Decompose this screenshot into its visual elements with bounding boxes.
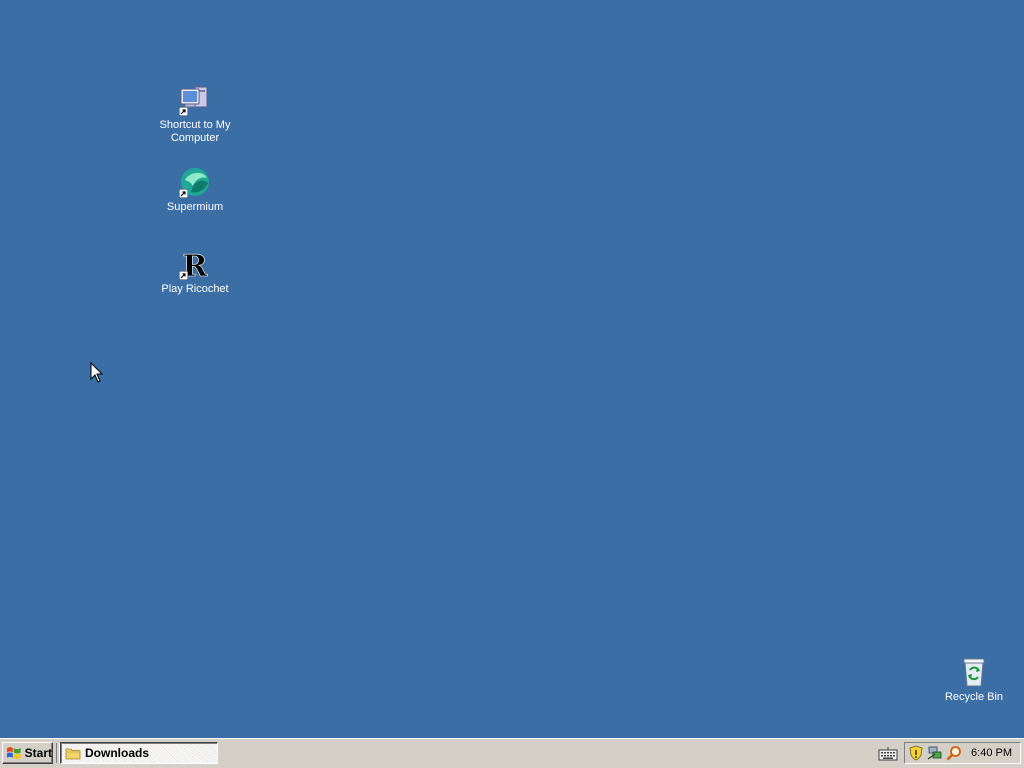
- supermium-icon: [179, 166, 211, 198]
- my-computer-icon: [179, 84, 211, 116]
- supermium-shortcut[interactable]: Supermium: [155, 166, 235, 214]
- taskbar: Start Downloads 6:40 PM: [0, 738, 1024, 768]
- recycle-bin-icon: [958, 656, 990, 688]
- system-tray: 6:40 PM: [904, 742, 1021, 764]
- folder-icon: [65, 748, 81, 760]
- desktop-icon-label: Recycle Bin: [944, 691, 1004, 703]
- keyboard-icon[interactable]: [878, 746, 898, 762]
- clock[interactable]: 6:40 PM: [971, 747, 1012, 759]
- desktop-icon-label: Supermium: [166, 201, 224, 213]
- mouse-cursor-icon: [90, 362, 104, 383]
- shortcut-arrow-icon: [179, 271, 188, 280]
- desktop-icon-label: Play Ricochet: [161, 283, 229, 295]
- desktop-icon-label: Shortcut to My Computer: [159, 119, 231, 144]
- start-button[interactable]: Start: [2, 742, 53, 764]
- my-computer-shortcut[interactable]: Shortcut to My Computer: [155, 84, 235, 145]
- shield-icon[interactable]: [908, 745, 924, 761]
- task-button-downloads[interactable]: Downloads: [60, 742, 218, 764]
- shortcut-arrow-icon: [179, 189, 188, 198]
- desktop[interactable]: Shortcut to My Computer Supermium R Play…: [0, 0, 1024, 738]
- shortcut-arrow-icon: [179, 107, 188, 116]
- task-label: Downloads: [85, 746, 150, 760]
- windows-logo-icon: [6, 747, 21, 759]
- ricochet-shortcut[interactable]: R Play Ricochet: [155, 248, 235, 296]
- search-icon[interactable]: [946, 745, 962, 761]
- recycle-bin[interactable]: Recycle Bin: [934, 656, 1014, 704]
- start-label: Start: [24, 746, 52, 760]
- ricochet-icon: R: [179, 248, 211, 284]
- network-icon[interactable]: [927, 745, 943, 761]
